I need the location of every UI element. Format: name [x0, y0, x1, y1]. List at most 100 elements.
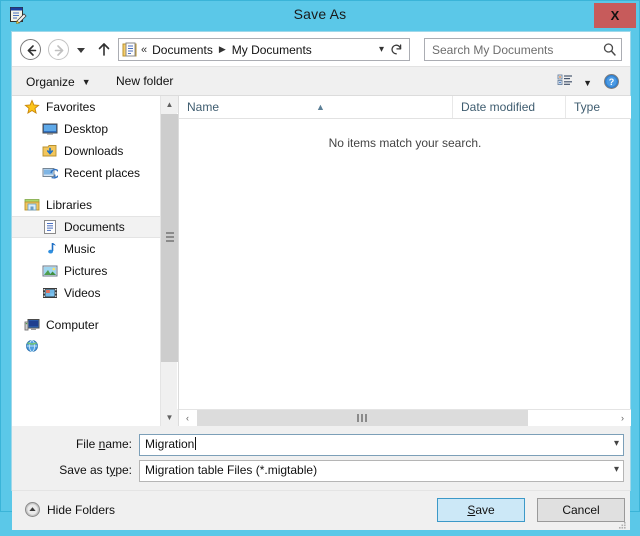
scrollbar-grip	[166, 232, 174, 244]
music-note-icon	[42, 241, 58, 257]
sidebar-scrollbar[interactable]: ▲ ▼	[160, 96, 177, 426]
svg-text:?: ?	[609, 77, 615, 87]
help-question-icon[interactable]: ?	[603, 73, 620, 90]
new-folder-button[interactable]: New folder	[112, 72, 177, 91]
resize-grip-icon[interactable]	[617, 518, 627, 528]
sidebar-item-recent-places[interactable]: Recent places	[12, 162, 160, 184]
search-icon[interactable]	[602, 42, 617, 58]
hscrollbar-thumb[interactable]	[197, 410, 528, 426]
text-cursor	[195, 437, 196, 450]
save-form: File name: Migration ▾ Save as type: Mig…	[12, 426, 630, 490]
sidebar-item-videos[interactable]: Videos	[12, 282, 160, 304]
sidebar-item-music[interactable]: Music	[12, 238, 160, 260]
up-one-level-icon[interactable]	[96, 40, 112, 58]
scrollbar-thumb[interactable]	[161, 114, 178, 362]
filetype-row: Save as type: Migration table Files (*.m…	[12, 460, 630, 482]
sidebar-group-gap	[12, 304, 160, 314]
sidebar-item-label: Libraries	[46, 198, 92, 212]
organize-button[interactable]: Organize ▼	[22, 72, 95, 91]
desktop-icon	[42, 121, 58, 137]
filename-label: File name:	[12, 437, 132, 451]
sidebar-item-label: Music	[64, 242, 95, 256]
column-header-row: Name ▲ Date modified Type	[179, 96, 631, 119]
titlebar: Save As X	[1, 1, 639, 31]
chevron-down-icon[interactable]: ▾	[614, 438, 619, 449]
pictures-icon	[42, 263, 58, 279]
sidebar-item-label: Desktop	[64, 122, 108, 136]
sidebar-group-gap	[12, 184, 160, 194]
downloads-icon	[42, 143, 58, 159]
sidebar-item-network[interactable]	[12, 336, 160, 358]
forward-arrow-icon[interactable]	[48, 39, 69, 60]
chevron-down-icon[interactable]: ▾	[379, 44, 384, 55]
command-toolbar: Organize ▼ New folder ▼	[12, 67, 630, 96]
close-button[interactable]: X	[594, 3, 636, 28]
scroll-up-icon[interactable]: ▲	[161, 96, 178, 113]
scroll-down-icon[interactable]: ▼	[161, 409, 178, 426]
column-header-date-modified[interactable]: Date modified	[453, 96, 566, 118]
column-header-name[interactable]: Name ▲	[179, 96, 453, 118]
breadcrumb-overflow[interactable]: «	[141, 44, 147, 56]
sidebar-item-label: Downloads	[64, 144, 123, 158]
refresh-icon[interactable]	[389, 42, 404, 58]
filetype-combobox[interactable]: Migration table Files (*.migtable) ▾	[139, 460, 624, 482]
save-button[interactable]: Save	[437, 498, 525, 522]
navigation-bar: « Documents ▶ My Documents ▾	[12, 32, 630, 67]
hide-folders-label: Hide Folders	[47, 503, 115, 517]
sort-ascending-icon: ▲	[316, 96, 325, 118]
filename-input[interactable]: Migration	[145, 437, 196, 451]
navigation-pane: Favorites Desktop	[12, 96, 160, 426]
file-list-pane: Name ▲ Date modified Type No items match…	[178, 96, 630, 426]
hide-folders-button[interactable]: Hide Folders	[24, 501, 115, 518]
documents-library-icon	[122, 42, 138, 58]
sidebar-item-documents[interactable]: Documents	[12, 216, 160, 238]
filename-row: File name: Migration ▾	[12, 434, 630, 456]
scroll-left-icon[interactable]: ‹	[179, 410, 196, 426]
dialog-client-area: « Documents ▶ My Documents ▾	[11, 31, 631, 491]
empty-list-message: No items match your search.	[179, 136, 631, 150]
dialog-footer: Hide Folders Save Cancel	[12, 490, 630, 530]
computer-icon	[24, 317, 40, 333]
recent-places-icon	[42, 165, 58, 181]
back-arrow-icon[interactable]	[20, 39, 41, 60]
libraries-icon	[24, 197, 40, 213]
breadcrumb-segment-my-documents[interactable]: My Documents	[232, 43, 312, 57]
sidebar-item-label: Recent places	[64, 166, 140, 180]
save-as-dialog: Save As X	[0, 0, 640, 512]
sidebar-item-downloads[interactable]: Downloads	[12, 140, 160, 162]
recent-locations-chevron-icon[interactable]	[74, 43, 88, 55]
breadcrumb-separator: ▶	[219, 44, 226, 55]
sidebar-item-label: Documents	[64, 220, 125, 234]
chevron-down-icon: ▼	[82, 77, 91, 87]
sidebar-item-favorites[interactable]: Favorites	[12, 96, 160, 118]
file-list-horizontal-scrollbar[interactable]: ‹ ›	[179, 409, 631, 426]
filename-combobox[interactable]: Migration ▾	[139, 434, 624, 456]
search-box[interactable]	[424, 38, 622, 61]
star-icon	[24, 99, 40, 115]
browser-split: Favorites Desktop	[12, 96, 630, 426]
sidebar-item-pictures[interactable]: Pictures	[12, 260, 160, 282]
column-header-type[interactable]: Type	[566, 96, 630, 118]
documents-icon	[42, 219, 58, 235]
breadcrumb[interactable]: « Documents ▶ My Documents ▾	[118, 38, 410, 61]
sidebar-item-label: Videos	[64, 286, 100, 300]
sidebar-item-desktop[interactable]: Desktop	[12, 118, 160, 140]
sidebar-item-label: Favorites	[46, 100, 95, 114]
filetype-label: Save as type:	[12, 463, 132, 477]
window-title: Save As	[1, 6, 639, 22]
breadcrumb-segment-documents[interactable]: Documents	[152, 43, 213, 57]
organize-label: Organize	[26, 75, 75, 89]
cancel-button[interactable]: Cancel	[537, 498, 625, 522]
sidebar-item-libraries[interactable]: Libraries	[12, 194, 160, 216]
sidebar-item-label: Pictures	[64, 264, 107, 278]
videos-film-icon	[42, 285, 58, 301]
view-options-chevron-down-icon[interactable]: ▼	[583, 78, 592, 88]
search-input[interactable]	[430, 41, 595, 59]
scroll-right-icon[interactable]: ›	[614, 410, 631, 426]
hscrollbar-grip	[357, 414, 369, 422]
sidebar-item-computer[interactable]: Computer	[12, 314, 160, 336]
chevron-down-icon[interactable]: ▾	[614, 464, 619, 475]
collapse-up-arrow-icon	[24, 501, 41, 518]
filetype-value: Migration table Files (*.migtable)	[145, 463, 317, 477]
details-view-icon[interactable]	[557, 73, 574, 90]
